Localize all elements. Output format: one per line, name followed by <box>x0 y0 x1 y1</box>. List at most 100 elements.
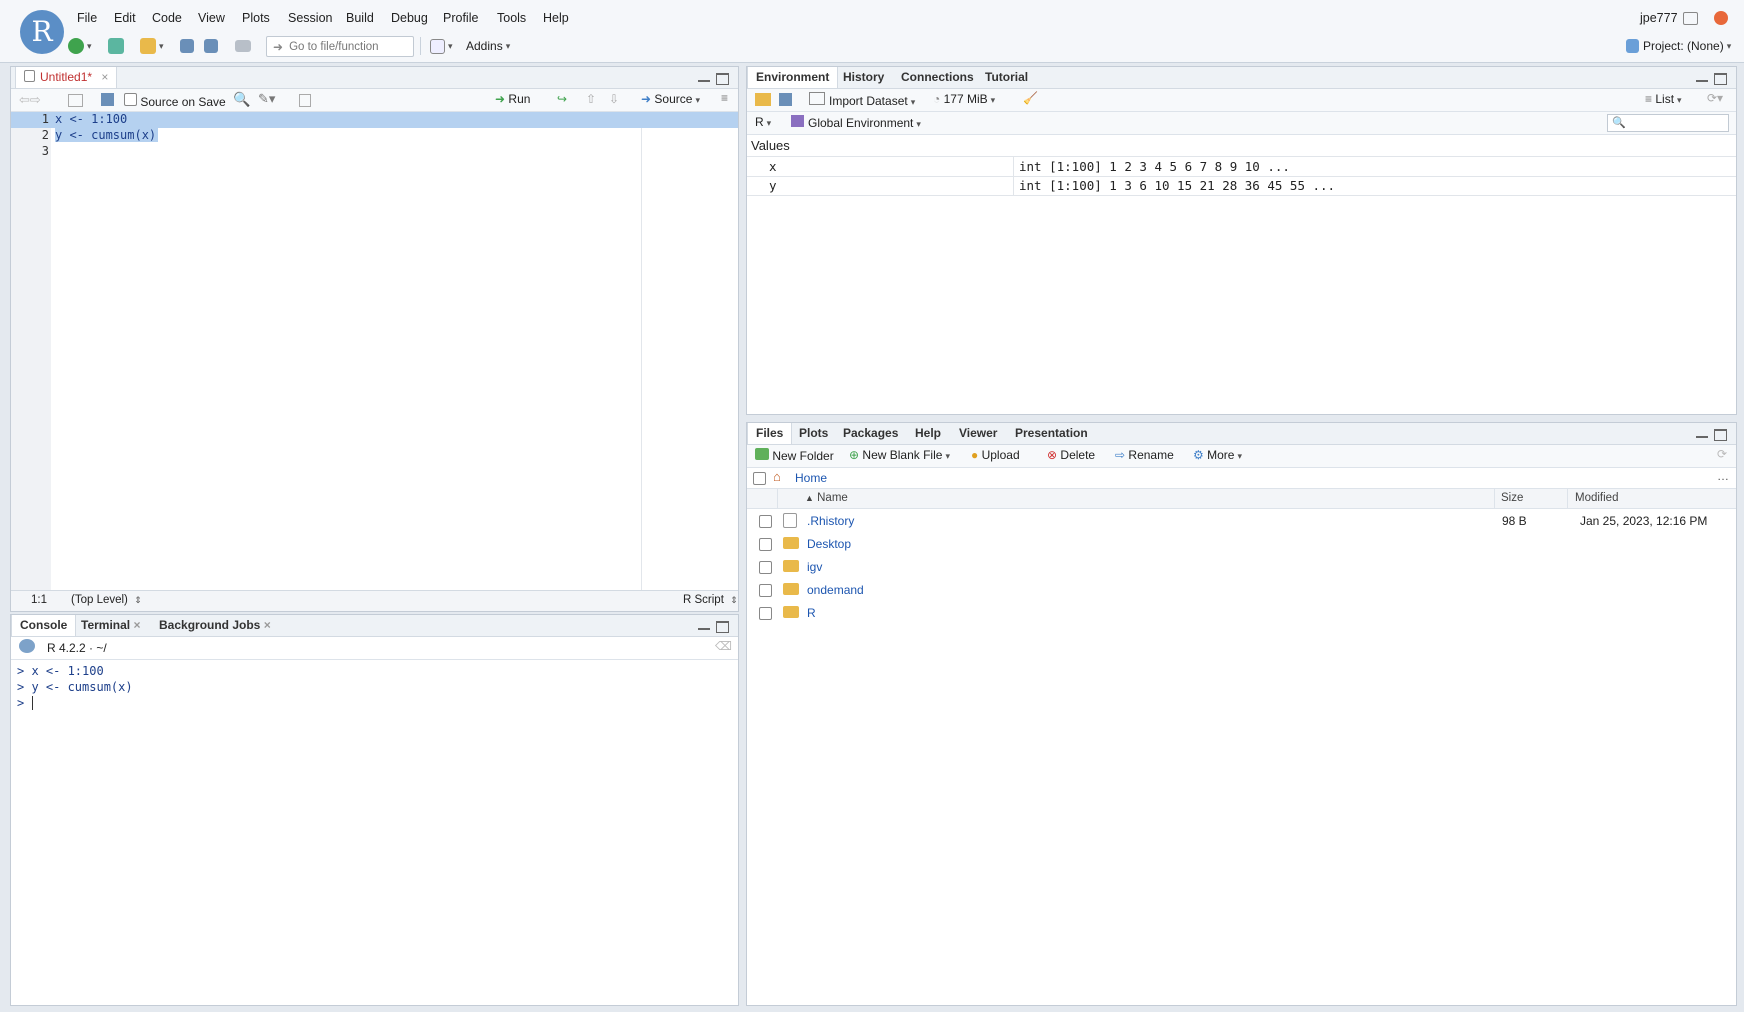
menu-edit[interactable]: Edit <box>114 11 136 25</box>
file-row[interactable]: igv <box>747 555 1736 578</box>
file-name[interactable]: ondemand <box>807 583 864 597</box>
project-menu[interactable]: Project: (None) ▾ <box>1626 36 1731 56</box>
run-button[interactable]: ➜ Run <box>495 92 530 106</box>
save-icon[interactable] <box>101 93 114 106</box>
minimize-icon[interactable] <box>698 80 710 82</box>
menu-tools[interactable]: Tools <box>497 11 526 25</box>
menu-plots[interactable]: Plots <box>242 11 270 25</box>
row-checkbox[interactable] <box>759 538 772 551</box>
back-icon[interactable]: ⇦⇨ <box>19 92 41 108</box>
signout-icon[interactable] <box>1683 12 1698 25</box>
close-tab-icon[interactable]: × <box>101 70 108 84</box>
code-editor[interactable]: 1 x <- 1:100 2 y <- cumsum(x) 3 <box>11 112 738 160</box>
source-on-save[interactable]: Source on Save <box>124 93 226 109</box>
new-blank-file-button[interactable]: ⊕ New Blank File ▾ <box>849 448 950 462</box>
close-tab-icon[interactable]: × <box>133 618 140 632</box>
value-row[interactable]: y int [1:100] 1 3 6 10 15 21 28 36 45 55… <box>747 176 1736 196</box>
show-in-window-icon[interactable] <box>68 94 83 107</box>
tab-tutorial[interactable]: Tutorial <box>977 67 1036 88</box>
scope-dropdown[interactable]: Global Environment ▾ <box>791 115 921 130</box>
tab-viewer[interactable]: Viewer <box>951 423 1005 444</box>
file-name[interactable]: .Rhistory <box>807 514 854 528</box>
power-icon[interactable] <box>1714 11 1728 25</box>
column-modified[interactable]: Modified <box>1575 492 1618 504</box>
file-row[interactable]: Desktop <box>747 532 1736 555</box>
memory-usage[interactable]: ◔ 177 MiB ▾ <box>933 92 995 106</box>
ellipsis-button[interactable]: … <box>1717 469 1729 483</box>
broom-icon[interactable]: 🧹 <box>1023 91 1038 105</box>
menu-file[interactable]: File <box>77 11 97 25</box>
more-button[interactable]: ⚙ More ▾ <box>1193 448 1242 462</box>
menu-debug[interactable]: Debug <box>391 11 428 25</box>
outline-icon[interactable]: ≡ <box>721 91 728 105</box>
breadcrumb-home[interactable]: Home <box>795 471 827 485</box>
row-checkbox[interactable] <box>759 515 772 528</box>
file-name[interactable]: R <box>807 606 816 620</box>
tab-history[interactable]: History <box>835 67 892 88</box>
new-project-button[interactable] <box>108 36 124 56</box>
source-on-save-checkbox[interactable] <box>124 93 137 106</box>
addins-button[interactable]: Addins ▾ <box>466 36 510 56</box>
refresh-icon[interactable]: ⟳ <box>1717 447 1727 461</box>
tab-packages[interactable]: Packages <box>835 423 906 444</box>
delete-button[interactable]: ⊗ Delete <box>1047 448 1095 462</box>
import-dataset-button[interactable]: Import Dataset ▾ <box>809 92 915 108</box>
environment-search-input[interactable]: 🔍 <box>1607 114 1729 132</box>
menu-profile[interactable]: Profile <box>443 11 478 25</box>
refresh-icon[interactable]: ⟳▾ <box>1707 91 1723 105</box>
maximize-icon[interactable] <box>1714 429 1727 441</box>
minimize-icon[interactable] <box>1696 80 1708 82</box>
save-button[interactable] <box>180 36 194 56</box>
search-icon[interactable]: 🔍 <box>233 91 250 108</box>
minimize-icon[interactable] <box>1696 436 1708 438</box>
file-row[interactable]: ondemand <box>747 578 1736 601</box>
home-icon[interactable]: ⌂ <box>773 469 781 484</box>
file-name[interactable]: igv <box>807 560 822 574</box>
up-icon[interactable]: ⇧ <box>586 92 596 106</box>
minimize-icon[interactable] <box>698 628 710 630</box>
tab-help[interactable]: Help <box>907 423 949 444</box>
save-all-button[interactable] <box>204 36 218 56</box>
new-folder-button[interactable]: New Folder <box>755 448 834 463</box>
new-file-button[interactable]: ▾ <box>68 36 92 56</box>
select-all-checkbox[interactable] <box>753 472 766 485</box>
scope-selector[interactable]: (Top Level) ⇕ <box>71 594 142 606</box>
tab-files[interactable]: Files <box>747 423 793 444</box>
menu-session[interactable]: Session <box>288 11 332 25</box>
tab-console[interactable]: Console <box>11 615 77 636</box>
row-checkbox[interactable] <box>759 607 772 620</box>
column-name[interactable]: ▲ Name <box>805 492 848 504</box>
tab-presentation[interactable]: Presentation <box>1007 423 1096 444</box>
rename-button[interactable]: ⇨ Rename <box>1115 448 1174 462</box>
tab-untitled1[interactable]: Untitled1* × <box>15 67 118 88</box>
close-tab-icon[interactable]: × <box>264 618 271 632</box>
tab-connections[interactable]: Connections <box>893 67 982 88</box>
open-file-button[interactable]: ▾ <box>140 36 164 56</box>
menu-view[interactable]: View <box>198 11 225 25</box>
tab-background-jobs[interactable]: Background Jobs × <box>151 615 279 636</box>
file-row[interactable]: .Rhistory 98 B Jan 25, 2023, 12:16 PM <box>747 509 1736 532</box>
save-workspace-icon[interactable] <box>779 93 792 106</box>
maximize-icon[interactable] <box>716 73 729 85</box>
goto-file-input[interactable]: ➜ Go to file/function <box>266 36 414 57</box>
tab-environment[interactable]: Environment <box>747 67 839 88</box>
tab-terminal[interactable]: Terminal × <box>73 615 148 636</box>
load-workspace-icon[interactable] <box>755 93 771 106</box>
maximize-icon[interactable] <box>716 621 729 633</box>
menu-help[interactable]: Help <box>543 11 569 25</box>
row-checkbox[interactable] <box>759 584 772 597</box>
menu-build[interactable]: Build <box>346 11 374 25</box>
file-name[interactable]: Desktop <box>807 537 851 551</box>
tab-plots[interactable]: Plots <box>791 423 836 444</box>
upload-button[interactable]: ● Upload <box>971 448 1020 462</box>
column-size[interactable]: Size <box>1501 492 1523 504</box>
value-row[interactable]: x int [1:100] 1 2 3 4 5 6 7 8 9 10 ... <box>747 156 1736 177</box>
magic-wand-icon[interactable]: ✎▾ <box>258 91 275 107</box>
rerun-icon[interactable]: ↪ <box>557 92 567 106</box>
print-button[interactable] <box>235 36 251 56</box>
file-row[interactable]: R <box>747 601 1736 624</box>
row-checkbox[interactable] <box>759 561 772 574</box>
source-button[interactable]: ➜ Source ▾ <box>641 92 700 106</box>
compile-report-icon[interactable] <box>299 94 311 107</box>
down-icon[interactable]: ⇩ <box>609 92 619 106</box>
